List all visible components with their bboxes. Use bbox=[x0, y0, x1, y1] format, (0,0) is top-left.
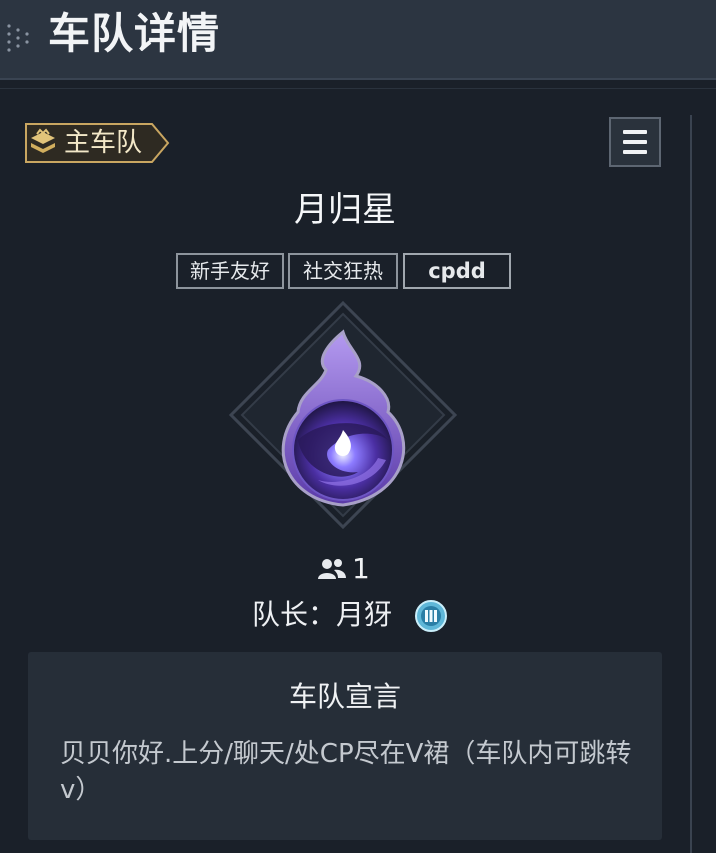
tag-item: 新手友好 bbox=[176, 253, 284, 289]
team-emblem bbox=[228, 300, 458, 530]
header-divider bbox=[0, 88, 716, 89]
tag-item: cpdd bbox=[403, 253, 511, 289]
menu-button[interactable] bbox=[609, 117, 661, 167]
manifesto-panel: 车队宣言 贝贝你好.上分/聊天/处CP尽在V裙（车队内可跳转v） bbox=[28, 652, 662, 840]
header-bar: 车队详情 bbox=[0, 0, 716, 80]
level-III-badge-icon bbox=[415, 600, 447, 632]
manifesto-text: 贝贝你好.上分/聊天/处CP尽在V裙（车队内可跳转v） bbox=[60, 739, 632, 805]
manifesto-title: 车队宣言 bbox=[288, 680, 401, 713]
drag-dots-icon bbox=[7, 24, 29, 52]
page-title: 车队详情 bbox=[48, 9, 221, 58]
people-icon bbox=[318, 559, 346, 579]
scrollbar-track[interactable] bbox=[690, 115, 692, 853]
main-team-badge: 主车队 bbox=[24, 122, 170, 164]
team-name: 月归星 bbox=[294, 190, 396, 230]
member-count-value: 1 bbox=[352, 552, 370, 585]
tag-item: 社交狂热 bbox=[288, 253, 398, 289]
team-leader: 队长：月犽 bbox=[252, 597, 447, 637]
leader-label: 队长：月犽 bbox=[252, 598, 393, 631]
stack-layers-icon bbox=[31, 128, 55, 153]
main-team-label: 主车队 bbox=[64, 128, 143, 158]
